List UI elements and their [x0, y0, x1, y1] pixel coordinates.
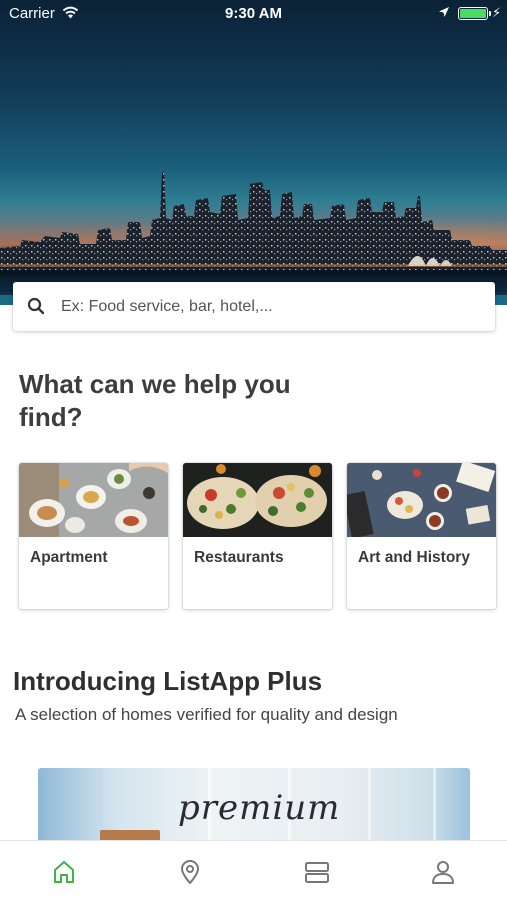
clock: 9:30 AM: [225, 5, 282, 22]
listings-icon[interactable]: [304, 859, 330, 885]
tea-and-desserts-photo: [347, 463, 496, 537]
category-label: Restaurants: [194, 549, 284, 566]
battery-icon: [458, 7, 491, 20]
status-bar: Carrier 9:30 AM ⚡: [0, 0, 507, 28]
search-bar[interactable]: [13, 282, 495, 331]
search-icon: [27, 297, 45, 315]
section-title-help: What can we help you find?: [19, 369, 291, 432]
category-card-restaurants[interactable]: Restaurants: [183, 463, 332, 609]
category-label: Art and History: [358, 549, 470, 566]
home-icon[interactable]: [51, 859, 77, 885]
hero-city-image: [0, 0, 507, 305]
user-icon[interactable]: [430, 859, 456, 885]
category-card-art-and-history[interactable]: Art and History: [347, 463, 496, 609]
map-pin-icon[interactable]: [177, 859, 203, 885]
premium-banner[interactable]: premium: [38, 768, 470, 848]
category-list: Apartment Restaurants Art and History: [19, 463, 496, 609]
charging-icon: ⚡: [492, 5, 502, 20]
city-skyline: [0, 172, 507, 280]
location-services-icon: [439, 7, 449, 17]
premium-wordmark: premium: [178, 788, 341, 828]
category-label: Apartment: [30, 549, 108, 566]
category-card-apartment[interactable]: Apartment: [19, 463, 168, 609]
flatbread-pizza-photo: [183, 463, 332, 537]
tab-bar: [0, 840, 507, 900]
section-subtitle-plus: A selection of homes verified for qualit…: [15, 705, 398, 724]
dining-table-photo: [19, 463, 168, 537]
search-input[interactable]: [61, 292, 481, 322]
section-title-plus: Introducing ListApp Plus: [13, 666, 323, 696]
